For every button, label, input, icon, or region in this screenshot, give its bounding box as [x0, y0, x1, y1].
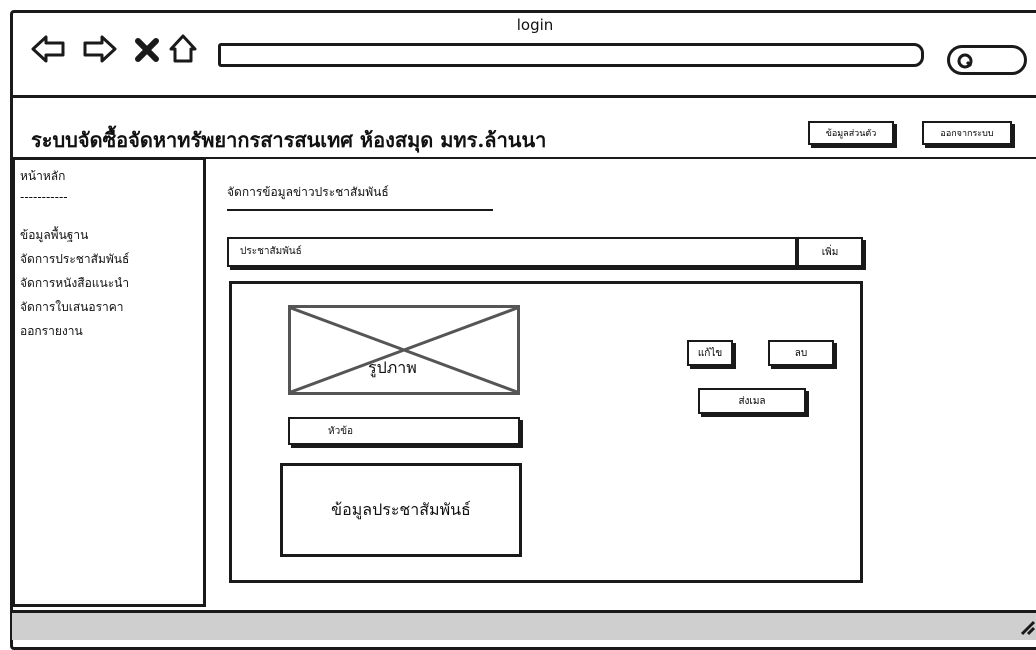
sidebar-item-basic-data[interactable]: ข้อมูลพื้นฐาน	[20, 226, 88, 245]
logout-button[interactable]: ออกจากระบบ	[922, 121, 1012, 145]
send-mail-button[interactable]: ส่งเมล	[698, 388, 806, 414]
sidebar-item-recommended-books[interactable]: จัดการหนังสือแนะนำ	[20, 274, 129, 293]
title-underline	[227, 209, 493, 211]
app-title: ระบบจัดซื้อจัดหาทรัพยากรสารสนเทศ ห้องสมุ…	[31, 128, 547, 152]
headline-input[interactable]	[288, 417, 520, 445]
sidebar	[12, 157, 206, 607]
headline-label: หัวข้อ	[328, 426, 354, 437]
sidebar-item-reports[interactable]: ออกรายงาน	[20, 322, 83, 341]
home-icon[interactable]	[168, 30, 206, 68]
pr-bar-label: ประชาสัมพันธ์	[240, 246, 302, 257]
window-title: login	[516, 16, 554, 34]
edit-button[interactable]: แก้ไข	[687, 340, 733, 366]
close-icon[interactable]	[131, 30, 169, 68]
profile-button[interactable]: ข้อมูลส่วนตัว	[808, 121, 894, 145]
resize-grip-icon[interactable]	[1012, 612, 1036, 636]
address-bar[interactable]	[218, 43, 924, 67]
sidebar-item-public-relations[interactable]: จัดการประชาสัมพันธ์	[20, 250, 129, 269]
image-label: รูปภาพ	[368, 358, 417, 377]
toolbar-divider	[12, 95, 1036, 98]
page-title: จัดการข้อมูลข่าวประชาสัมพันธ์	[227, 185, 389, 199]
status-bar	[12, 610, 1036, 640]
pr-selector-bar[interactable]	[227, 237, 797, 267]
back-arrow-icon[interactable]	[30, 30, 68, 68]
sidebar-separator: -----------	[20, 190, 68, 204]
sidebar-item-quotations[interactable]: จัดการใบเสนอราคา	[20, 298, 124, 317]
sidebar-item-home[interactable]: หน้าหลัก	[20, 167, 65, 186]
pr-detail-label: ข้อมูลประชาสัมพันธ์	[331, 500, 471, 519]
delete-button[interactable]: ลบ	[768, 340, 834, 366]
browser-search-box[interactable]	[947, 45, 1027, 75]
image-placeholder[interactable]	[288, 305, 520, 395]
forward-arrow-icon[interactable]	[80, 30, 118, 68]
add-button[interactable]: เพิ่ม	[797, 237, 863, 267]
search-icon	[956, 51, 976, 75]
